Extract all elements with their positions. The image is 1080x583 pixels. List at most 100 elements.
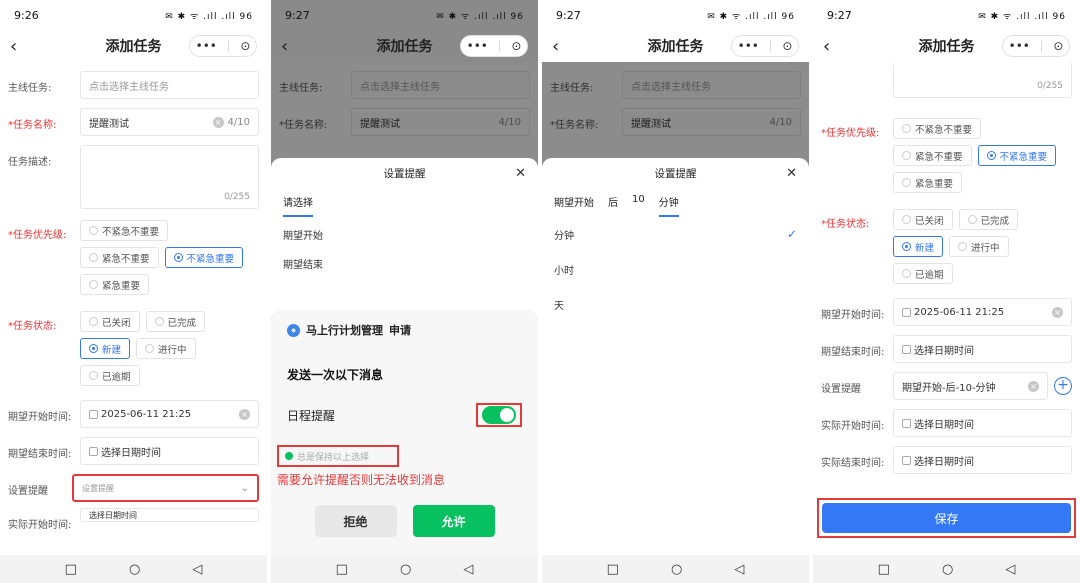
allow-button[interactable]: 允许 [412,505,495,537]
home-icon[interactable]: ○ [671,562,682,577]
priority-option[interactable]: 紧急不重要 [80,247,159,268]
back-icon[interactable]: ‹ [552,36,559,57]
picker-item[interactable]: 期望结束 [271,252,538,281]
status-time: 9:27 [285,8,310,22]
priority-option[interactable]: 不紧急不重要 [893,118,981,139]
record-icon[interactable]: ⊙ [782,39,792,53]
picker-item-label: 分钟 [554,231,574,242]
priority-row: *任务优先级: 不紧急不重要 紧急不重要 不紧急重要 紧急重要 [821,116,1072,193]
reminder-placeholder: 设置提醒 [82,483,114,493]
add-icon[interactable]: + [1054,377,1072,395]
more-icon[interactable]: ••• [738,39,759,53]
actual-start-field[interactable]: 选择日期时间 [80,508,259,522]
save-button-highlight: 保存 [817,498,1076,538]
schedule-reminder-toggle[interactable] [476,403,522,427]
save-button[interactable]: 保存 [822,503,1071,533]
status-option[interactable]: 已完成 [145,311,206,332]
calendar-icon [902,418,911,428]
close-icon[interactable]: ✕ [515,166,526,181]
sheet-header: 设置提醒 ✕ [542,158,809,188]
main-task-label: 主线任务: [8,83,52,94]
status-option[interactable]: 进行中 [136,338,196,359]
system-back-icon[interactable]: ◁ [734,562,744,577]
clear-icon[interactable]: × [1052,306,1063,318]
reminder-field[interactable]: 设置提醒 ⌄ [72,474,259,502]
priority-option[interactable]: 紧急重要 [80,274,150,295]
picker-item-label: 期望开始 [283,231,323,242]
record-icon[interactable]: ⊙ [511,39,521,53]
back-icon[interactable]: ‹ [10,36,17,57]
picker-item-selected[interactable]: 分钟 ✓ [542,217,809,252]
home-icon[interactable]: ○ [400,562,411,577]
task-desc-label: 任务描述: [8,157,52,168]
recent-apps-icon[interactable]: □ [65,562,77,577]
clear-icon[interactable]: × [239,408,250,420]
status-option[interactable]: 已关闭 [893,209,953,230]
home-icon[interactable]: ○ [942,562,953,577]
more-icon[interactable]: ••• [1009,39,1030,53]
picker-item[interactable]: 小时 [542,252,809,287]
priority-option[interactable]: 紧急不重要 [893,145,972,166]
priority-option-selected[interactable]: 不紧急重要 [977,145,1057,166]
toggle-knob [500,408,514,422]
record-icon[interactable]: ⊙ [240,39,250,53]
status-option-label: 新建 [915,242,935,254]
system-back-icon[interactable]: ◁ [192,562,202,577]
back-icon[interactable]: ‹ [281,36,288,57]
keep-choice-checkbox[interactable]: 总是保持以上选择 [277,445,399,467]
start-time-field[interactable]: 2025-06-11 21:25 × [80,400,259,428]
status-option-selected[interactable]: 新建 [893,236,944,257]
priority-option-label: 紧急不重要 [915,151,963,163]
clear-icon[interactable]: × [212,116,224,128]
main-task-field[interactable]: 点击选择主线任务 [80,71,259,99]
task-desc-textarea[interactable]: 0/255 [80,145,259,209]
radio-icon [967,215,977,224]
actual-start-field[interactable]: 选择日期时间 [893,409,1072,437]
recent-apps-icon[interactable]: □ [607,562,619,577]
status-icons: ✉ ✱ ᯤ .ıll .ıll 96 [707,11,795,22]
radio-icon [902,269,911,278]
more-icon[interactable]: ••• [196,39,217,53]
system-back-icon[interactable]: ◁ [463,562,473,577]
clear-icon[interactable]: × [1028,380,1039,392]
back-icon[interactable]: ‹ [823,36,830,57]
home-icon[interactable]: ○ [129,562,140,577]
picker-tab[interactable]: 10 [632,194,645,217]
start-time-field[interactable]: 2025-06-11 21:25 × [893,298,1072,326]
status-option[interactable]: 已逾期 [80,365,140,386]
priority-options: 不紧急不重要 紧急不重要 不紧急重要 紧急重要 [80,218,259,295]
actual-end-field[interactable]: 选择日期时间 [893,446,1072,474]
picker-tab[interactable]: 期望开始 [554,194,594,217]
recent-apps-icon[interactable]: □ [878,562,890,577]
reject-button[interactable]: 拒绝 [314,505,397,537]
status-option[interactable]: 已完成 [958,209,1019,230]
record-icon[interactable]: ⊙ [1053,39,1063,53]
priority-option-selected[interactable]: 不紧急重要 [164,247,244,268]
status-option[interactable]: 已关闭 [80,311,140,332]
status-option[interactable]: 已逾期 [893,263,953,284]
priority-row: *任务优先级: 不紧急不重要 紧急不重要 不紧急重要 紧急重要 [8,218,259,295]
picker-item[interactable]: 天 [542,287,809,322]
end-time-field[interactable]: 选择日期时间 [80,437,259,465]
picker-tab[interactable]: 后 [608,194,618,217]
close-icon[interactable]: ✕ [786,166,797,181]
priority-option[interactable]: 紧急重要 [893,172,963,193]
picker-tab-active[interactable]: 分钟 [658,194,679,217]
picker-item[interactable]: 期望开始 [271,217,538,252]
task-name-input[interactable]: 提醒测试 × 4/10 [80,108,259,136]
recent-apps-icon[interactable]: □ [336,562,348,577]
task-desc-textarea[interactable]: 0/255 [893,62,1072,98]
reminder-value: 期望开始-后-10-分钟 [902,382,996,394]
status-option[interactable]: 进行中 [949,236,1009,257]
priority-option[interactable]: 不紧急不重要 [80,220,168,241]
picker-tab-active[interactable]: 请选择 [283,194,313,217]
more-icon[interactable]: ••• [467,39,488,53]
status-option-selected[interactable]: 新建 [80,338,131,359]
end-time-field[interactable]: 选择日期时间 [893,335,1072,363]
system-back-icon[interactable]: ◁ [1005,562,1015,577]
app-name: 马上行计划管理 [306,324,383,337]
form-scrolled: 0/255 *任务优先级: 不紧急不重要 紧急不重要 不紧急重要 紧急重要 *任… [813,62,1080,474]
reminder-field[interactable]: 期望开始-后-10-分钟 × [893,372,1048,400]
sheet-header: 设置提醒 ✕ [271,158,538,188]
status-row: *任务状态: 已关闭 已完成 新建 进行中 已逾期 [821,207,1072,284]
